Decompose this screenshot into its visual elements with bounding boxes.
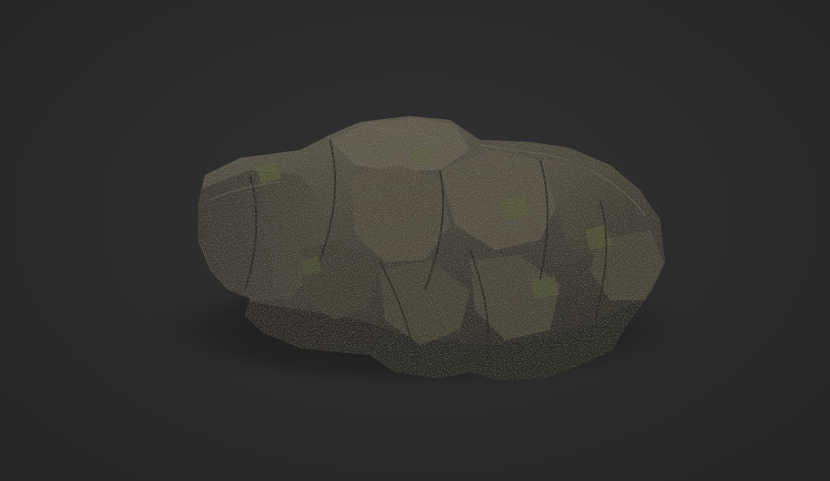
viewport-background	[0, 0, 830, 481]
rock-render	[130, 116, 710, 392]
